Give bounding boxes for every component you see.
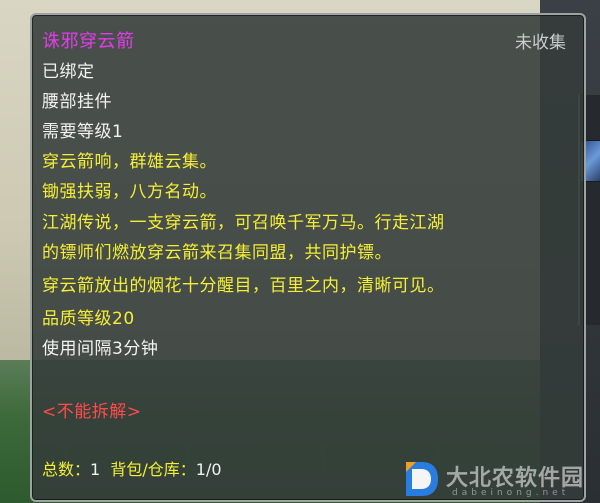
bag-value: 1/0	[195, 460, 222, 479]
game-scene: 诛邪穿云箭 未收集 已绑定 腰部挂件 需要等级1 穿云箭响，群雄云集。 锄强扶弱…	[0, 0, 600, 503]
description-line: 穿云箭放出的烟花十分醒目，百里之内，清晰可见。	[42, 276, 445, 296]
bound-status: 已绑定	[42, 62, 95, 82]
item-name: 诛邪穿云箭	[42, 31, 135, 52]
description-line: 穿云箭响，群雄云集。	[42, 152, 217, 172]
description-line: 的镖师们燃放穿云箭来召集同盟，共同护镖。	[42, 243, 392, 263]
quality-level: 品质等级20	[42, 309, 135, 329]
collect-status: 未收集	[515, 33, 566, 53]
bag-label: 背包/仓库：	[110, 460, 196, 479]
watermark-subtext: dabeinong.net	[452, 488, 570, 498]
level-requirement: 需要等级1	[42, 122, 124, 142]
cooldown: 使用间隔3分钟	[42, 339, 159, 359]
description-line: 锄强扶弱，八方名动。	[42, 182, 217, 202]
equip-slot: 腰部挂件	[42, 92, 112, 112]
watermark-logo-icon	[406, 462, 438, 496]
item-count-footer: 总数：1 背包/仓库：1/0	[42, 458, 222, 482]
item-tooltip: 诛邪穿云箭 未收集 已绑定 腰部挂件 需要等级1 穿云箭响，群雄云集。 锄强扶弱…	[30, 13, 586, 502]
total-value: 1	[90, 460, 101, 479]
no-disassemble-warning: <不能拆解>	[42, 402, 142, 422]
watermark: 大北农软件园 dabeinong.net	[400, 458, 600, 503]
description-line: 江湖传说，一支穿云箭，可召唤千军万马。行走江湖	[42, 213, 445, 233]
total-label: 总数：	[42, 460, 91, 479]
